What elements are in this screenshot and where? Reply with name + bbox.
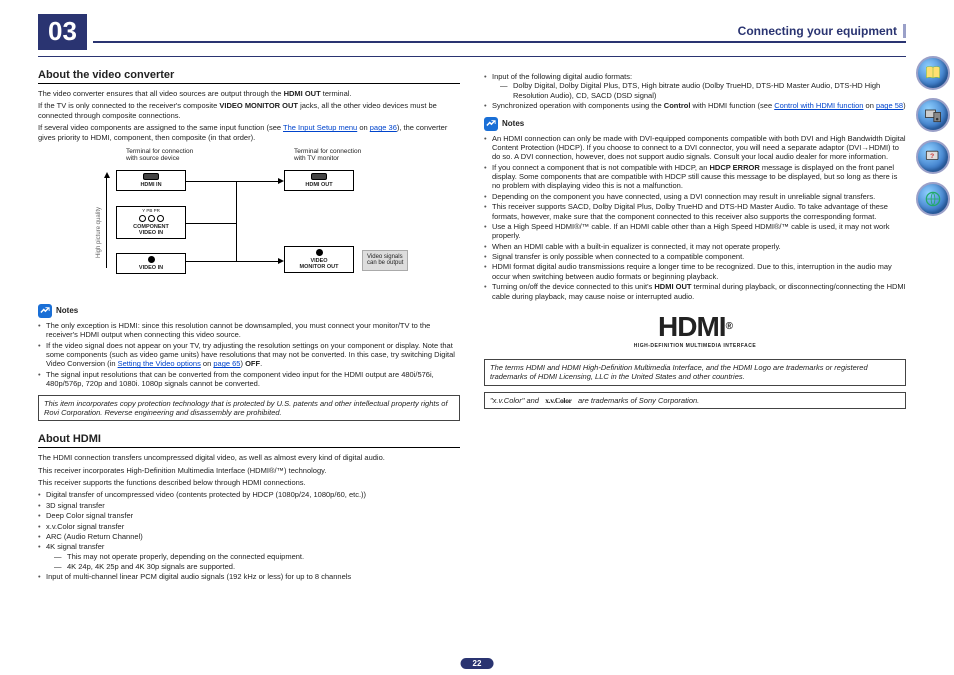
list-item: This receiver supports SACD, Dolby Digit… bbox=[484, 202, 906, 221]
help-icon[interactable]: ? bbox=[916, 140, 950, 174]
right-column: Input of the following digital audio for… bbox=[484, 69, 906, 588]
devices-icon[interactable] bbox=[916, 98, 950, 132]
notes-heading: Notes bbox=[484, 117, 906, 131]
side-nav-icons: ? bbox=[916, 56, 950, 216]
list-item: Digital transfer of uncompressed video (… bbox=[38, 490, 460, 499]
network-icon[interactable] bbox=[916, 182, 950, 216]
legal-box: This item incorporates copy protection t… bbox=[38, 395, 460, 422]
xref-page[interactable]: page 36 bbox=[370, 123, 397, 132]
list-item: Signal transfer is only possible when co… bbox=[484, 252, 906, 261]
hdmi-logo: HDMI® HIGH-DEFINITION MULTIMEDIA INTERFA… bbox=[484, 311, 906, 349]
chapter-number: 03 bbox=[38, 14, 87, 50]
diagram-label: Terminal for connection with source devi… bbox=[126, 148, 193, 162]
list-item: An HDMI connection can only be made with… bbox=[484, 134, 906, 162]
diagram-label: Terminal for connection with TV monitor bbox=[294, 148, 361, 162]
page-header: 03 Connecting your equipment bbox=[38, 14, 906, 50]
video-converter-diagram: Terminal for connection with source devi… bbox=[66, 148, 446, 298]
page-number: 22 bbox=[461, 658, 494, 669]
svg-text:?: ? bbox=[930, 153, 934, 160]
section-heading: About the video converter bbox=[38, 69, 460, 84]
notes-list: The only exception is HDMI: since this r… bbox=[38, 321, 460, 389]
list-item: The only exception is HDMI: since this r… bbox=[38, 321, 460, 340]
diagram-note: Video signals can be output bbox=[362, 250, 408, 271]
feature-list: Digital transfer of uncompressed video (… bbox=[38, 490, 460, 581]
note-icon bbox=[484, 117, 498, 131]
list-item: Input of multi-channel linear PCM digita… bbox=[38, 572, 460, 581]
header-title: Connecting your equipment bbox=[738, 24, 906, 38]
list-item: 4K 24p, 4K 25p and 4K 30p signals are su… bbox=[54, 562, 460, 571]
body-text: If several video components are assigned… bbox=[38, 123, 460, 142]
left-column: About the video converter The video conv… bbox=[38, 69, 460, 588]
list-item: Depending on the component you have conn… bbox=[484, 192, 906, 201]
notes-list: An HDMI connection can only be made with… bbox=[484, 134, 906, 301]
body-text: If the TV is only connected to the recei… bbox=[38, 101, 460, 120]
header-title-wrap: Connecting your equipment bbox=[93, 24, 906, 43]
legal-box: "x.v.Color" and x.v.Color are trademarks… bbox=[484, 392, 906, 409]
xref-link[interactable]: Setting the Video options bbox=[118, 359, 201, 368]
diagram-label: High picture quality bbox=[96, 207, 102, 258]
list-item: Input of the following digital audio for… bbox=[484, 72, 906, 100]
xref-link[interactable]: Control with HDMI function bbox=[774, 101, 863, 110]
list-item: ARC (Audio Return Channel) bbox=[38, 532, 460, 541]
diagram-box: Y PB PR COMPONENT VIDEO IN bbox=[116, 206, 186, 239]
list-item: When an HDMI cable with a built-in equal… bbox=[484, 242, 906, 251]
list-item: This may not operate properly, depending… bbox=[54, 552, 460, 561]
body-text: This receiver incorporates High-Definiti… bbox=[38, 466, 460, 475]
body-text: The HDMI connection transfers uncompress… bbox=[38, 453, 460, 462]
section-heading: About HDMI bbox=[38, 433, 460, 448]
body-text: The video converter ensures that all vid… bbox=[38, 89, 460, 98]
list-item: If you connect a component that is not c… bbox=[484, 163, 906, 191]
diagram-box: HDMI IN bbox=[116, 170, 186, 191]
diagram-box: VIDEO IN bbox=[116, 253, 186, 274]
feature-list: Input of the following digital audio for… bbox=[484, 72, 906, 111]
diagram-box: HDMI OUT bbox=[284, 170, 354, 191]
list-item: Synchronized operation with components u… bbox=[484, 101, 906, 110]
list-item: Turning on/off the device connected to t… bbox=[484, 282, 906, 301]
list-item: If the video signal does not appear on y… bbox=[38, 341, 460, 369]
list-item: 4K signal transfer This may not operate … bbox=[38, 542, 460, 571]
list-item: x.v.Color signal transfer bbox=[38, 522, 460, 531]
list-item: The signal input resolutions that can be… bbox=[38, 370, 460, 389]
list-item: Dolby Digital, Dolby Digital Plus, DTS, … bbox=[500, 81, 906, 100]
xvcolor-logo: x.v.Color bbox=[545, 396, 571, 405]
list-item: Use a High Speed HDMI®/™ cable. If an HD… bbox=[484, 222, 906, 241]
list-item: HDMI format digital audio transmissions … bbox=[484, 262, 906, 281]
xref-link[interactable]: The Input Setup menu bbox=[283, 123, 357, 132]
list-item: 3D signal transfer bbox=[38, 501, 460, 510]
book-icon[interactable] bbox=[916, 56, 950, 90]
body-text: This receiver supports the functions des… bbox=[38, 478, 460, 487]
xref-page[interactable]: page 58 bbox=[876, 101, 903, 110]
notes-heading: Notes bbox=[38, 304, 460, 318]
diagram-box: VIDEO MONITOR OUT bbox=[284, 246, 354, 273]
legal-box: The terms HDMI and HDMI High-Definition … bbox=[484, 359, 906, 386]
list-item: Deep Color signal transfer bbox=[38, 511, 460, 520]
note-icon bbox=[38, 304, 52, 318]
xref-page[interactable]: page 65 bbox=[213, 359, 240, 368]
divider bbox=[38, 56, 906, 57]
